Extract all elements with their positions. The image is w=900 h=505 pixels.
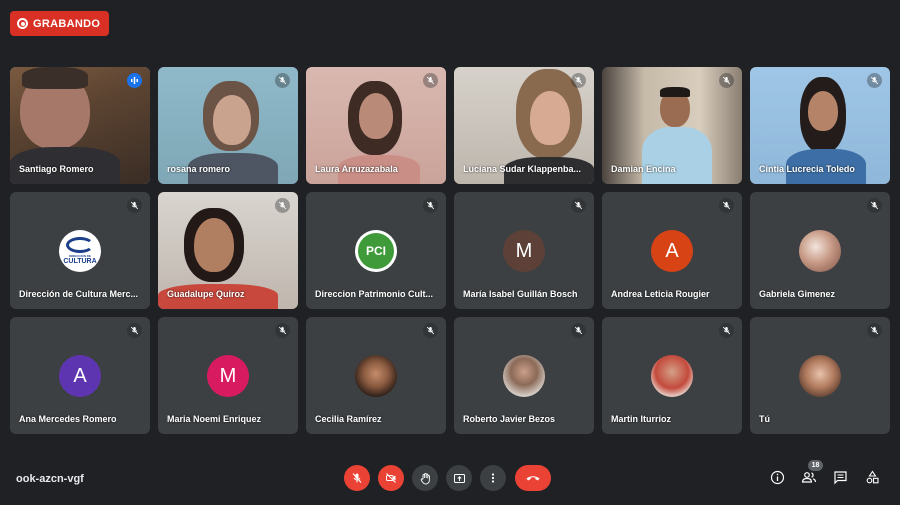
- participant-tile[interactable]: Guadalupe Quiroz: [158, 192, 298, 309]
- activities-icon: [866, 470, 879, 483]
- avatar-initial: A: [59, 355, 101, 397]
- avatar-photo: [355, 355, 397, 397]
- recording-label: GRABANDO: [33, 17, 101, 30]
- participant-tile[interactable]: rosana romero: [158, 67, 298, 184]
- present-icon: [453, 473, 465, 483]
- participant-name: Cecilia Ramírez: [315, 414, 382, 424]
- pci-logo-text: PCI: [358, 233, 394, 269]
- more-vert-icon: [491, 473, 495, 483]
- mic-muted-icon: [127, 323, 142, 338]
- mic-muted-icon: [719, 198, 734, 213]
- mic-muted-icon: [867, 323, 882, 338]
- participant-name: Laura Arruzazabala: [315, 164, 398, 174]
- mic-muted-icon: [719, 73, 734, 88]
- participant-tile[interactable]: DIRECCIÓN DE CULTURA Dirección de Cultur…: [10, 192, 150, 309]
- mic-muted-icon: [719, 323, 734, 338]
- participant-tile[interactable]: Martin Iturrioz: [602, 317, 742, 434]
- mic-off-icon: [352, 473, 362, 483]
- more-options-button[interactable]: [480, 465, 506, 491]
- present-screen-button[interactable]: [446, 465, 472, 491]
- mic-muted-icon: [275, 198, 290, 213]
- record-icon: [17, 18, 28, 29]
- bottom-toolbar: ook-azcn-vgf: [0, 455, 900, 505]
- avatar-photo: [651, 355, 693, 397]
- mic-muted-icon: [571, 73, 586, 88]
- participant-tile[interactable]: PCI Direccion Patrimonio Cult...: [306, 192, 446, 309]
- pci-logo: PCI: [355, 230, 397, 272]
- participant-name: María Isabel Guillán Bosch: [463, 289, 578, 299]
- participant-name: Maria Noemi Enriquez: [167, 414, 262, 424]
- mic-muted-icon: [423, 198, 438, 213]
- mic-muted-icon: [127, 198, 142, 213]
- participant-name: Martin Iturrioz: [611, 414, 671, 424]
- participant-name: Santiago Romero: [19, 164, 94, 174]
- participant-tile[interactable]: M Maria Noemi Enriquez: [158, 317, 298, 434]
- mic-muted-icon: [571, 323, 586, 338]
- mic-muted-icon: [275, 323, 290, 338]
- mic-muted-icon: [571, 198, 586, 213]
- participant-name: Luciana Sudar Klappenba...: [463, 164, 582, 174]
- cultura-logo: DIRECCIÓN DE CULTURA: [59, 230, 101, 272]
- speaking-indicator-icon: [127, 73, 142, 88]
- participant-name: Cintia Lucrecia Toledo: [759, 164, 855, 174]
- participant-tile[interactable]: Roberto Javier Bezos: [454, 317, 594, 434]
- participant-tile[interactable]: Laura Arruzazabala: [306, 67, 446, 184]
- participant-tile[interactable]: A Andrea Leticia Rougier: [602, 192, 742, 309]
- raise-hand-button[interactable]: [412, 465, 438, 491]
- participant-tile[interactable]: Cintia Lucrecia Toledo: [750, 67, 890, 184]
- mic-muted-icon: [423, 323, 438, 338]
- avatar-photo: [503, 355, 545, 397]
- participant-name: Ana Mercedes Romero: [19, 414, 117, 424]
- participant-tile[interactable]: Luciana Sudar Klappenba...: [454, 67, 594, 184]
- participant-name: Roberto Javier Bezos: [463, 414, 556, 424]
- logo-text: CULTURA: [63, 257, 97, 265]
- participant-name: Guadalupe Quiroz: [167, 289, 245, 299]
- participant-tile[interactable]: Gabriela Gimenez: [750, 192, 890, 309]
- camera-off-icon: [386, 473, 396, 483]
- chat-button[interactable]: [830, 467, 850, 487]
- participant-tile[interactable]: M María Isabel Guillán Bosch: [454, 192, 594, 309]
- participant-name: Direccion Patrimonio Cult...: [315, 289, 434, 299]
- leave-call-button[interactable]: [515, 465, 551, 491]
- info-icon: [770, 470, 784, 484]
- avatar-initial: A: [651, 230, 693, 272]
- mic-muted-icon: [423, 73, 438, 88]
- camera-toggle-button[interactable]: [378, 465, 404, 491]
- participant-tile[interactable]: A Ana Mercedes Romero: [10, 317, 150, 434]
- avatar-initial: M: [207, 355, 249, 397]
- participant-name: Dirección de Cultura Merc...: [19, 289, 139, 299]
- meeting-code: ook-azcn-vgf: [16, 473, 84, 485]
- participant-name: Tú: [759, 414, 770, 424]
- avatar-photo: [799, 230, 841, 272]
- chat-icon: [833, 470, 847, 484]
- participant-tile[interactable]: Santiago Romero: [10, 67, 150, 184]
- participant-name: Andrea Leticia Rougier: [611, 289, 710, 299]
- participant-name: Damian Encina: [611, 164, 676, 174]
- hang-up-icon: [526, 476, 540, 481]
- mic-muted-icon: [867, 73, 882, 88]
- microphone-toggle-button[interactable]: [344, 465, 370, 491]
- participant-tile[interactable]: Tú: [750, 317, 890, 434]
- participant-name: rosana romero: [167, 164, 231, 174]
- meeting-details-button[interactable]: [767, 467, 787, 487]
- avatar-photo: [799, 355, 841, 397]
- participant-name: Gabriela Gimenez: [759, 289, 836, 299]
- hand-icon: [420, 472, 430, 484]
- recording-badge: GRABANDO: [10, 11, 110, 36]
- people-icon: [801, 471, 817, 483]
- participant-tile[interactable]: Damian Encina: [602, 67, 742, 184]
- mic-muted-icon: [867, 198, 882, 213]
- mic-muted-icon: [275, 73, 290, 88]
- avatar-initial: M: [503, 230, 545, 272]
- activities-button[interactable]: [862, 467, 882, 487]
- participant-tile[interactable]: Cecilia Ramírez: [306, 317, 446, 434]
- participant-count-badge: 18: [808, 460, 823, 471]
